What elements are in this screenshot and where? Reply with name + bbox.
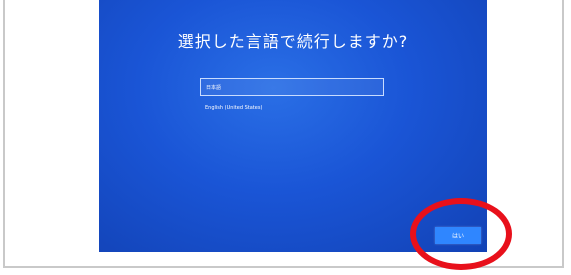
language-option-english-us[interactable]: English (United States) <box>200 99 384 117</box>
highlight-circle-annotation <box>410 198 512 270</box>
setup-title: 選択した言語で続行しますか? <box>177 32 409 51</box>
language-list: 日本語 English (United States) <box>200 78 384 120</box>
language-option-japanese[interactable]: 日本語 <box>200 78 384 96</box>
